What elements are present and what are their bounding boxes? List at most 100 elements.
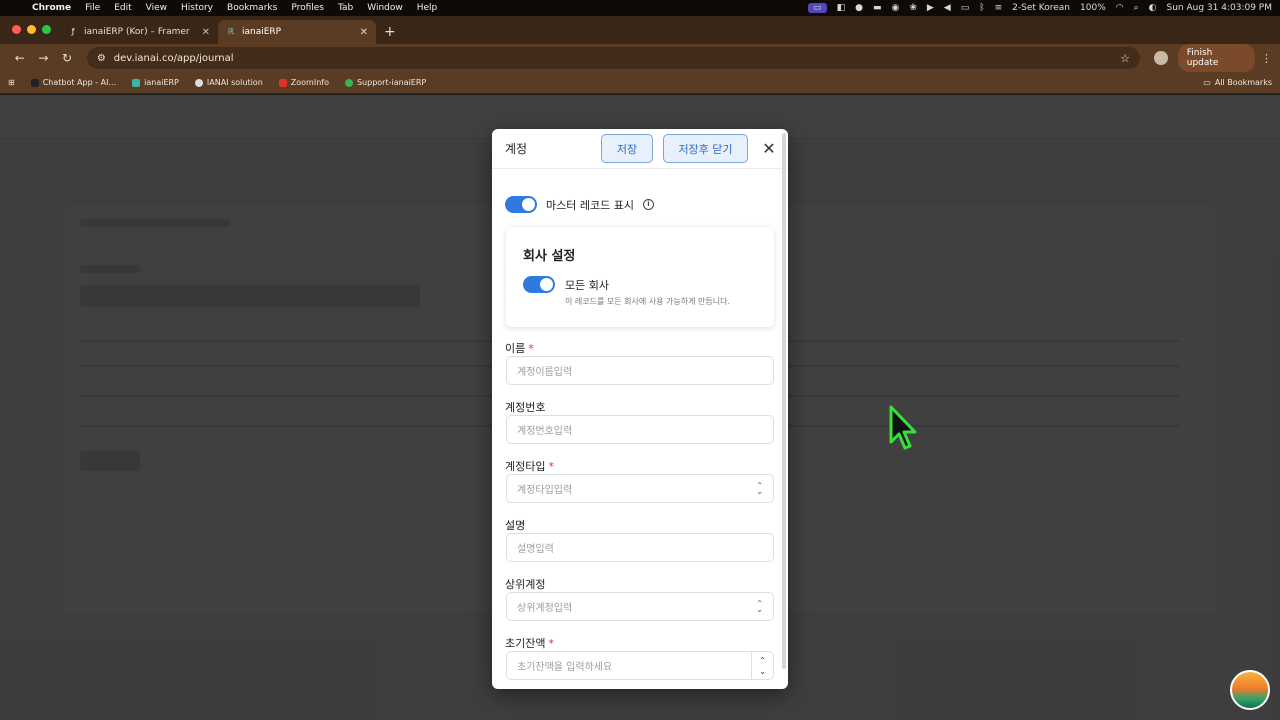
menu-app-name[interactable]: Chrome: [32, 3, 71, 13]
opening-balance-placeholder: 초기잔액을 입력하세요: [517, 662, 613, 673]
close-icon[interactable]: ✕: [762, 139, 776, 158]
reload-icon[interactable]: ↻: [55, 51, 79, 65]
mouse-cursor-icon: [889, 405, 917, 450]
control-center-icon[interactable]: ◐: [1149, 3, 1157, 13]
close-icon[interactable]: ✕: [202, 27, 210, 38]
modal-body: 마스터 레코드 표시 i 회사 설정 모든 회사 이 레코드를 모든 회사에 사…: [492, 170, 778, 689]
tab-label: ianaiERP: [242, 27, 282, 37]
bookmark-star-icon[interactable]: ☆: [1120, 52, 1130, 65]
info-icon[interactable]: i: [642, 199, 654, 210]
zoominfo-icon: [278, 78, 287, 87]
chevron-up-down-icon: ⌃ ⌄: [756, 598, 763, 614]
tab-label: ianaiERP (Kor) – Framer: [84, 27, 190, 37]
browser-tab-strip: ƒ ianaiERP (Kor) – Framer ✕ ℝ ianaiERP ✕…: [0, 16, 1280, 44]
bookmark-ianaierp[interactable]: ianaiERP: [132, 78, 179, 87]
play-icon[interactable]: ▶: [927, 3, 934, 13]
search-icon[interactable]: ⌕: [1134, 3, 1139, 13]
company-settings-card: 회사 설정 모든 회사 이 레코드를 모든 회사에 사용 가능하게 만듭니다.: [506, 227, 774, 327]
bookmark-chatbot[interactable]: Chatbot App - AI...: [30, 78, 117, 87]
status-icon[interactable]: ●: [855, 3, 863, 13]
tab-ianaierp[interactable]: ℝ ianaiERP ✕: [218, 20, 376, 44]
status-icon[interactable]: ◧: [837, 3, 846, 13]
profile-avatar[interactable]: [1153, 51, 1168, 65]
modal-scrollbar[interactable]: [782, 133, 786, 669]
chat-assistant-avatar[interactable]: [1230, 670, 1270, 710]
status-icon[interactable]: ❀: [909, 3, 917, 13]
bookmark-label: Chatbot App - AI...: [42, 78, 117, 87]
status-icon[interactable]: ▬: [873, 3, 882, 13]
ianai-icon: [132, 78, 141, 87]
menu-view[interactable]: View: [146, 3, 167, 13]
bookmark-ianai-solution[interactable]: IANAI solution: [194, 78, 263, 87]
volume-icon[interactable]: ◀: [944, 3, 951, 13]
minimize-window-button[interactable]: [27, 25, 36, 34]
tab-framer[interactable]: ƒ ianaiERP (Kor) – Framer ✕: [60, 20, 218, 44]
menu-edit[interactable]: Edit: [114, 3, 131, 13]
finish-update-button[interactable]: Finish update: [1177, 44, 1255, 72]
account-type-select[interactable]: 계정타입입력 ⌃ ⌄: [506, 474, 774, 503]
bookmark-label: Support-ianaiERP: [356, 78, 427, 87]
menu-bookmarks[interactable]: Bookmarks: [227, 3, 277, 13]
menu-help[interactable]: Help: [417, 3, 438, 13]
required-mark: *: [528, 342, 534, 355]
status-icon[interactable]: ◉: [891, 3, 899, 13]
folder-icon: ▭: [1203, 78, 1211, 87]
description-label: 설명: [505, 517, 525, 533]
parent-account-select[interactable]: 상위계정입력 ⌃ ⌄: [506, 592, 774, 621]
menu-profiles[interactable]: Profiles: [291, 3, 324, 13]
number-stepper[interactable]: ⌃ ⌄: [751, 652, 773, 679]
bookmark-zoominfo[interactable]: ZoomInfo: [278, 78, 329, 87]
label-text: 상위계정: [505, 578, 546, 591]
bookmark-label: ianaiERP: [144, 78, 179, 87]
opening-balance-input[interactable]: 초기잔액을 입력하세요 ⌃ ⌄: [506, 651, 774, 680]
description-input[interactable]: 설명입력: [506, 533, 774, 562]
account-type-placeholder: 계정타입입력: [517, 485, 573, 496]
all-companies-label: 모든 회사: [565, 279, 609, 292]
globe-icon: [194, 78, 203, 87]
account-type-label: 계정타입 *: [505, 458, 554, 474]
forward-icon[interactable]: →: [32, 51, 56, 65]
chevron-up-icon[interactable]: ⌃: [759, 655, 766, 666]
save-button[interactable]: 저장: [601, 134, 653, 163]
label-text: 초기잔액: [505, 637, 546, 650]
apps-grid-icon[interactable]: ⊞: [8, 78, 15, 87]
all-companies-toggle[interactable]: [523, 276, 555, 293]
name-placeholder: 계정이름입력: [517, 367, 573, 378]
input-source-label[interactable]: 2-Set Korean: [1012, 3, 1070, 13]
control-icon[interactable]: ≡: [995, 3, 1003, 13]
account-number-input[interactable]: 계정번호입력: [506, 415, 774, 444]
save-and-close-button[interactable]: 저장후 닫기: [663, 134, 748, 163]
bookmark-support[interactable]: Support-ianaiERP: [344, 78, 427, 87]
menu-tab[interactable]: Tab: [338, 3, 353, 13]
all-bookmarks[interactable]: ▭ All Bookmarks: [1203, 78, 1272, 87]
modal-title: 계정: [505, 142, 528, 156]
menu-window[interactable]: Window: [367, 3, 403, 13]
menu-history[interactable]: History: [181, 3, 213, 13]
label-text: 설명: [505, 519, 526, 532]
chevron-down-icon[interactable]: ⌄: [759, 666, 766, 677]
zoom-window-button[interactable]: [42, 25, 51, 34]
window-controls: [12, 25, 51, 34]
back-icon[interactable]: ←: [8, 51, 32, 65]
wifi-icon[interactable]: ◠: [1116, 3, 1124, 13]
screen-record-icon[interactable]: ▭: [808, 3, 827, 13]
address-bar[interactable]: ⚙ dev.ianai.co/app/journal ☆: [86, 47, 1140, 69]
support-icon: [344, 78, 353, 87]
name-input[interactable]: 계정이름입력: [506, 356, 774, 385]
close-window-button[interactable]: [12, 25, 21, 34]
account-number-placeholder: 계정번호입력: [517, 426, 573, 437]
site-info-icon[interactable]: ⚙: [97, 53, 106, 64]
display-icon[interactable]: ▭: [961, 3, 970, 13]
master-record-toggle[interactable]: [505, 196, 537, 213]
account-modal: 계정 저장 저장후 닫기 ✕ 마스터 레코드 표시 i 회사 설정 모든 회사 …: [492, 129, 788, 689]
bluetooth-icon[interactable]: ᛒ: [979, 3, 984, 13]
name-label: 이름 *: [505, 340, 534, 356]
clock-label[interactable]: Sun Aug 31 4:03:09 PM: [1167, 3, 1272, 13]
menubar-status-area: ▭ ◧ ● ▬ ◉ ❀ ▶ ◀ ▭ ᛒ ≡ 2-Set Korean 100% …: [808, 3, 1272, 13]
ianai-icon: ℝ: [227, 27, 235, 36]
menu-file[interactable]: File: [85, 3, 100, 13]
more-menu-icon[interactable]: ⋮: [1261, 52, 1272, 65]
new-tab-icon[interactable]: +: [384, 24, 396, 40]
close-icon[interactable]: ✕: [360, 27, 368, 38]
parent-account-label: 상위계정: [505, 576, 545, 592]
